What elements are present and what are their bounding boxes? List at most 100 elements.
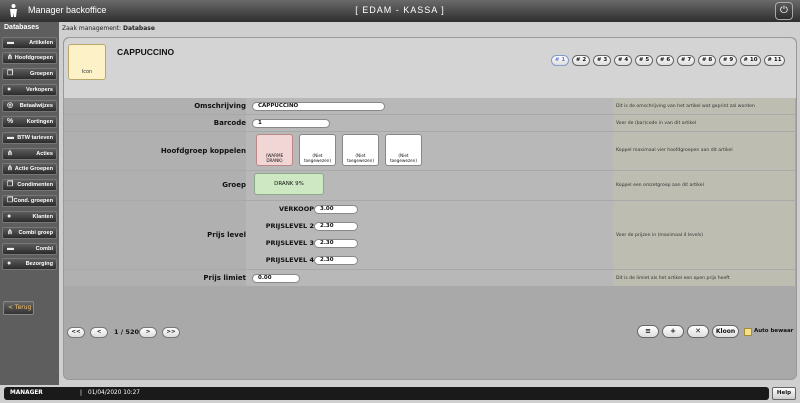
current-user: MANAGER <box>10 390 43 396</box>
sidebar-item-combi[interactable]: ▬ Combi <box>2 243 57 255</box>
price-level-3-label: PRIJSLEVEL 3 <box>265 239 314 247</box>
hoofdgroep-slot-4[interactable]: (Niet toegewezen) <box>385 134 422 166</box>
tree-icon: ⋔ <box>7 229 13 236</box>
price-level-4-label: PRIJSLEVEL 4 <box>265 256 314 264</box>
card-icon: ▬ <box>7 245 14 252</box>
hoofdgroep-slot-2[interactable]: (Niet toegewezen) <box>299 134 336 166</box>
hoofdgroep-slot-3[interactable]: (Niet toegewezen) <box>342 134 379 166</box>
tree-icon: ⋔ <box>7 150 13 157</box>
omschrijving-input[interactable]: CAPPUCCINO <box>252 102 385 111</box>
row-hoofdgroep: Hoofdgroep koppelen (WARME DRANK) (Niet to… <box>64 132 796 170</box>
page-tab-2[interactable]: # 2 <box>572 55 590 66</box>
sidebar-item-condimenten[interactable]: ❐ Condimenten <box>2 179 57 191</box>
sidebar-item-verkopers[interactable]: ● Verkopers <box>2 84 57 96</box>
last-record-button[interactable]: >> <box>162 327 180 338</box>
page-tab-5[interactable]: # 5 <box>635 55 653 66</box>
page-tab-9[interactable]: # 9 <box>719 55 737 66</box>
groep-label: Groep <box>222 181 246 189</box>
sidebar-item-btw-tarieven[interactable]: ▬ BTW tarieven <box>2 132 57 144</box>
card-icon: ▬ <box>7 39 14 46</box>
percent-icon: % <box>7 118 14 125</box>
hoofdgroep-help: Koppel maximaal vier hoofdgroepen aan di… <box>613 132 795 170</box>
delete-button[interactable]: ✕ <box>687 325 709 338</box>
page-tab-3[interactable]: # 3 <box>593 55 611 66</box>
groep-help: Koppel een omzetgroep aan dit artikel <box>613 171 795 200</box>
record-navigation: << < 1 / 520 > >> ≡ + ✕ Kloon Auto bewaa… <box>64 319 796 379</box>
page-tab-8[interactable]: # 8 <box>698 55 716 66</box>
hoofdgroep-label: Hoofdgroep koppelen <box>160 147 246 155</box>
article-icon-button[interactable]: Icon <box>68 44 106 80</box>
person-icon: ● <box>7 86 12 93</box>
terminal-title: [ EDAM - KASSA ] <box>355 5 445 15</box>
page-tab-10[interactable]: # 10 <box>740 55 761 66</box>
layers-icon: ❐ <box>7 181 14 188</box>
add-button[interactable]: + <box>662 325 684 338</box>
prijs-limiet-input[interactable]: 0.00 <box>252 274 300 283</box>
power-icon[interactable]: ⏻ <box>775 2 793 20</box>
clone-button[interactable]: Kloon <box>712 325 739 338</box>
row-barcode: Barcode 1 Voer de (bar)code in van dit a… <box>64 115 796 131</box>
back-button[interactable]: < Terug <box>3 301 34 315</box>
prijs-help: Voer de prijzen in (maximaal 4 levels) <box>613 201 795 269</box>
barcode-help: Voer de (bar)code in van dit artikel <box>613 115 795 131</box>
prev-record-button[interactable]: < <box>90 327 108 338</box>
price-level-2-label: PRIJSLEVEL 2 <box>265 222 314 230</box>
barcode-label: Barcode <box>213 119 246 127</box>
sidebar-item-artikelen[interactable]: ▬ Artikelen <box>2 37 57 49</box>
sidebar-item-hoofdgroepen[interactable]: ⋔ Hoofdgroepen <box>2 52 57 64</box>
prijs-limiet-label: Prijs limiet <box>203 274 246 282</box>
hoofdgroep-slot-1[interactable]: (WARME DRANK) <box>256 134 293 166</box>
price-level-2-input[interactable]: 2.30 <box>314 222 358 231</box>
status-bar: MANAGER | 01/04/2020 10:27 Help <box>0 385 800 403</box>
menu-button[interactable]: ≡ <box>637 325 659 338</box>
groep-select[interactable]: DRANK 9% <box>254 173 324 195</box>
sidebar-item-betaalwijzes[interactable]: ◎ Betaalwijzes <box>2 100 57 112</box>
card-icon: ▬ <box>7 134 14 141</box>
sidebar-item-groepen[interactable]: ❐ Groepen <box>2 68 57 80</box>
sidebar-item-actie-groepen[interactable]: ⋔ Actie Groepen <box>2 163 57 175</box>
breadcrumb: Zaak management: Database <box>62 25 155 32</box>
page-tab-1[interactable]: # 1 <box>551 55 569 66</box>
sidebar-item-cond-groepen[interactable]: ❐ Cond. groepen <box>2 195 57 207</box>
person-icon: ● <box>7 213 12 220</box>
sidebar-item-klanten[interactable]: ● Klanten <box>2 211 57 223</box>
row-groep: Groep DRANK 9% Koppel een omzetgroep aan… <box>64 171 796 200</box>
page-tab-6[interactable]: # 6 <box>656 55 674 66</box>
prijs-limiet-help: Dit is de limiet als het artikel een ope… <box>613 270 795 286</box>
price-level-1-input[interactable]: 3.00 <box>314 205 358 214</box>
sidebar: Databases ▬ Artikelen ⋔ Hoofdgroepen ❐ Groe… <box>0 22 59 385</box>
auto-save-label: Auto bewaar <box>754 328 794 334</box>
price-level-3-input[interactable]: 2.30 <box>314 239 358 248</box>
sidebar-item-combi-groep[interactable]: ⋔ Combi groep <box>2 227 57 239</box>
sidebar-heading: Databases <box>4 24 40 31</box>
status-separator: | <box>80 390 82 396</box>
main-content: Zaak management: Database Icon CAPPUCCIN… <box>59 22 800 385</box>
page-tab-4[interactable]: # 4 <box>614 55 632 66</box>
article-name: CAPPUCCINO <box>117 47 175 57</box>
sidebar-item-acties[interactable]: ⋔ Acties <box>2 148 57 160</box>
omschrijving-label: Omschrijving <box>194 102 246 110</box>
status-datetime: 01/04/2020 10:27 <box>88 390 140 396</box>
row-prijs-limiet: Prijs limiet 0.00 Dit is de limiet als h… <box>64 270 796 286</box>
auto-save-checkbox[interactable] <box>744 328 752 336</box>
price-level-1-label: VERKOOP <box>278 205 314 213</box>
help-button[interactable]: Help <box>772 387 796 400</box>
first-record-button[interactable]: << <box>67 327 85 338</box>
barcode-input[interactable]: 1 <box>252 119 330 128</box>
page-tab-11[interactable]: # 11 <box>764 55 785 66</box>
sidebar-item-kortingen[interactable]: % Kortingen <box>2 116 57 128</box>
page-tab-7[interactable]: # 7 <box>677 55 695 66</box>
prijs-level-label: Prijs level <box>207 231 246 239</box>
sidebar-item-bezorging[interactable]: ● Bezorging <box>2 258 57 270</box>
row-omschrijving: Omschrijving CAPPUCCINO Dit is de omschr… <box>64 98 796 114</box>
row-prijs-level: Prijs level VERKOOP 3.00 PRIJSLEVEL 2 2.… <box>64 201 796 269</box>
next-record-button[interactable]: > <box>139 327 157 338</box>
omschrijving-help: Dit is de omschrijving van het artikel w… <box>613 98 795 114</box>
coins-icon: ◎ <box>7 102 14 109</box>
title-bar: Manager backoffice [ EDAM - KASSA ] ⏻ <box>0 0 800 22</box>
article-header: Icon CAPPUCCINO # 1 # 2 # 3 # 4 # 5 # 6 … <box>64 38 796 98</box>
article-panel: Icon CAPPUCCINO # 1 # 2 # 3 # 4 # 5 # 6 … <box>63 37 797 380</box>
record-counter: 1 / 520 <box>114 328 139 336</box>
price-level-4-input[interactable]: 2.30 <box>314 256 358 265</box>
person-icon: ● <box>7 260 12 267</box>
